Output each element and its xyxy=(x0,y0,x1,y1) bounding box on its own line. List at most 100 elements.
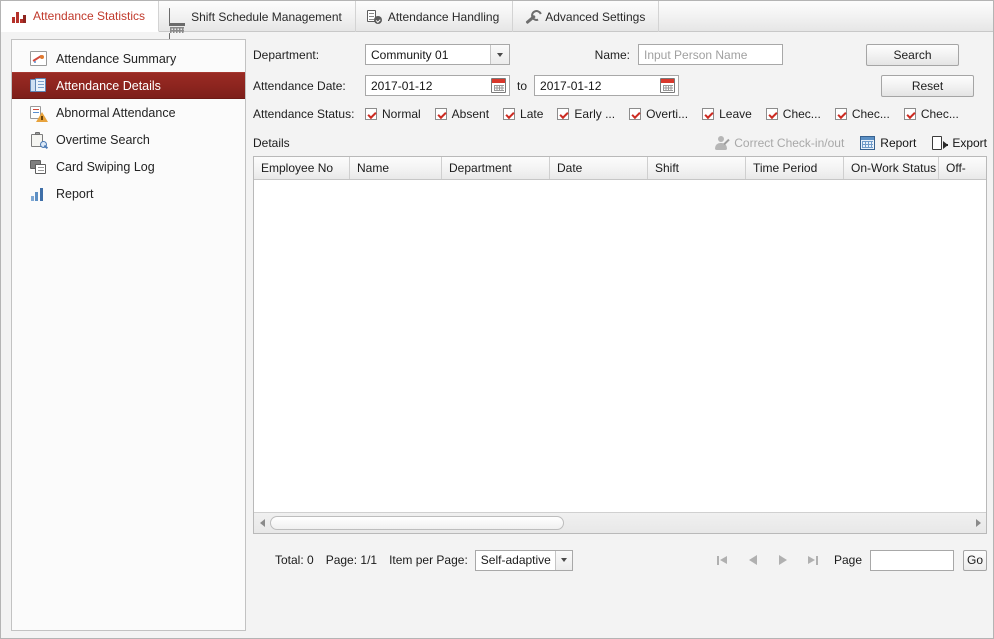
page-input-label: Page xyxy=(833,553,862,567)
name-label: Name: xyxy=(594,47,630,62)
column-header-department[interactable]: Department xyxy=(442,157,550,179)
checkbox-label: Overti... xyxy=(646,107,689,121)
column-header-date[interactable]: Date xyxy=(550,157,648,179)
checkbox-box[interactable] xyxy=(503,108,516,120)
status-checkbox-overtime[interactable]: Overti... xyxy=(629,107,688,121)
checkbox-label: Early ... xyxy=(574,107,616,121)
tab-attendance-statistics[interactable]: Attendance Statistics xyxy=(1,1,160,32)
export-icon xyxy=(932,135,949,151)
details-toolbar: Details Correct Check-in/out Report Expo… xyxy=(253,130,987,156)
correct-check-in-out-button[interactable]: Correct Check-in/out xyxy=(714,135,845,151)
sidebar-item-card-swiping-log[interactable]: Card Swiping Log xyxy=(12,153,245,180)
clipboard-search-icon xyxy=(30,131,47,148)
attendance-status-label: Attendance Status: xyxy=(253,107,355,121)
sidebar-item-attendance-details[interactable]: Attendance Details xyxy=(12,72,245,99)
horizontal-scrollbar[interactable] xyxy=(254,512,986,533)
attendance-date-row: Attendance Date: 2017-01-12 to 2017-01-1… xyxy=(253,70,987,101)
next-page-icon xyxy=(778,555,787,565)
documents-icon xyxy=(30,77,47,94)
last-page-icon xyxy=(807,555,819,566)
last-page-button[interactable] xyxy=(798,549,828,571)
pagination-bar: Total: 0 Page: 1/1 Item per Page: Self-a… xyxy=(253,545,987,575)
sidebar-item-report[interactable]: Report xyxy=(12,180,245,207)
checkbox-box[interactable] xyxy=(765,108,778,120)
tab-advanced-settings[interactable]: Advanced Settings xyxy=(513,1,660,32)
sidebar-item-label: Report xyxy=(56,186,94,201)
status-checkbox-absent[interactable]: Absent xyxy=(434,107,489,121)
status-checkbox-check-2[interactable]: Chec... xyxy=(834,107,890,121)
first-page-button[interactable] xyxy=(708,549,738,571)
checkbox-box[interactable] xyxy=(834,108,847,120)
line-chart-icon xyxy=(30,51,47,66)
tab-shift-schedule-management[interactable]: Shift Schedule Management xyxy=(159,1,356,49)
scrollbar-track[interactable] xyxy=(270,514,970,533)
sidebar-panel: Attendance Summary Attendance Details Ab… xyxy=(11,39,246,631)
checkbox-box[interactable] xyxy=(702,108,715,120)
date-to-input[interactable]: 2017-01-12 xyxy=(534,75,680,96)
table-header-row: Employee No Name Department Date Shift T… xyxy=(254,157,986,180)
page-number-input[interactable] xyxy=(870,549,954,571)
person-edit-icon xyxy=(714,135,730,151)
column-header-name[interactable]: Name xyxy=(350,157,442,179)
column-header-on-work-status[interactable]: On-Work Status xyxy=(844,157,939,179)
calendar-picker-icon[interactable] xyxy=(660,78,676,93)
column-header-employee-no[interactable]: Employee No xyxy=(254,157,350,179)
search-button[interactable]: Search xyxy=(866,43,959,66)
tab-attendance-handling[interactable]: Attendance Handling xyxy=(356,1,514,32)
checkbox-box[interactable] xyxy=(557,108,570,120)
sidebar-list: Attendance Summary Attendance Details Ab… xyxy=(12,40,245,207)
item-per-page-select[interactable]: Self-adaptive xyxy=(474,549,573,571)
action-label: Export xyxy=(952,136,987,150)
item-per-page-label: Item per Page: xyxy=(389,553,468,567)
status-checkbox-check-3[interactable]: Chec... xyxy=(903,107,959,121)
chevron-down-icon[interactable] xyxy=(554,550,572,570)
scroll-right-button[interactable] xyxy=(970,514,986,533)
sidebar-item-label: Overtime Search xyxy=(56,132,150,147)
sidebar-item-abnormal-attendance[interactable]: Abnormal Attendance xyxy=(12,99,245,126)
scrollbar-thumb[interactable] xyxy=(270,515,564,530)
reset-button[interactable]: Reset xyxy=(881,74,975,97)
details-title: Details xyxy=(253,136,290,150)
checkbox-box[interactable] xyxy=(903,108,916,120)
checkbox-label: Leave xyxy=(719,107,752,121)
go-button[interactable]: Go xyxy=(963,549,987,571)
checkbox-box[interactable] xyxy=(629,108,642,120)
status-checkbox-normal[interactable]: Normal xyxy=(365,107,421,121)
export-button[interactable]: Export xyxy=(932,135,987,151)
sidebar-item-attendance-summary[interactable]: Attendance Summary xyxy=(12,45,245,72)
sidebar-item-label: Abnormal Attendance xyxy=(56,105,176,120)
department-row: Department: Community 01 Name: Input Per… xyxy=(253,39,987,70)
item-per-page-value: Self-adaptive xyxy=(480,553,551,567)
previous-page-icon xyxy=(748,555,757,565)
date-from-value: 2017-01-12 xyxy=(371,78,433,93)
column-header-shift[interactable]: Shift xyxy=(648,157,746,179)
sidebar-item-overtime-search[interactable]: Overtime Search xyxy=(12,126,245,153)
department-value: Community 01 xyxy=(371,47,449,62)
status-checkbox-leave[interactable]: Leave xyxy=(702,107,752,121)
date-from-input[interactable]: 2017-01-12 xyxy=(365,75,510,96)
calendar-picker-icon[interactable] xyxy=(491,78,506,93)
status-checkbox-early[interactable]: Early ... xyxy=(557,107,615,121)
tab-label: Shift Schedule Management xyxy=(191,9,342,24)
checkbox-box[interactable] xyxy=(365,108,377,120)
column-header-time-period[interactable]: Time Period xyxy=(746,157,844,179)
next-page-button[interactable] xyxy=(768,549,798,571)
checkbox-box[interactable] xyxy=(434,108,447,120)
chevron-down-icon[interactable] xyxy=(490,45,509,64)
details-table: Employee No Name Department Date Shift T… xyxy=(253,156,987,534)
checkbox-label: Chec... xyxy=(782,107,821,121)
name-input[interactable]: Input Person Name xyxy=(638,44,783,65)
tab-label: Attendance Handling xyxy=(387,9,500,24)
sidebar-item-label: Attendance Details xyxy=(56,78,161,93)
report-button[interactable]: Report xyxy=(860,135,917,151)
action-label: Correct Check-in/out xyxy=(734,136,845,150)
department-select[interactable]: Community 01 xyxy=(365,44,510,65)
scroll-left-button[interactable] xyxy=(254,514,270,533)
action-label: Report xyxy=(880,136,917,150)
status-checkbox-check-1[interactable]: Chec... xyxy=(765,107,821,121)
cards-icon xyxy=(30,159,47,175)
page-nav-group: Page Go xyxy=(708,549,987,571)
previous-page-button[interactable] xyxy=(738,549,768,571)
column-header-off-work-status[interactable]: Off- xyxy=(939,157,983,179)
status-checkbox-late[interactable]: Late xyxy=(503,107,543,121)
